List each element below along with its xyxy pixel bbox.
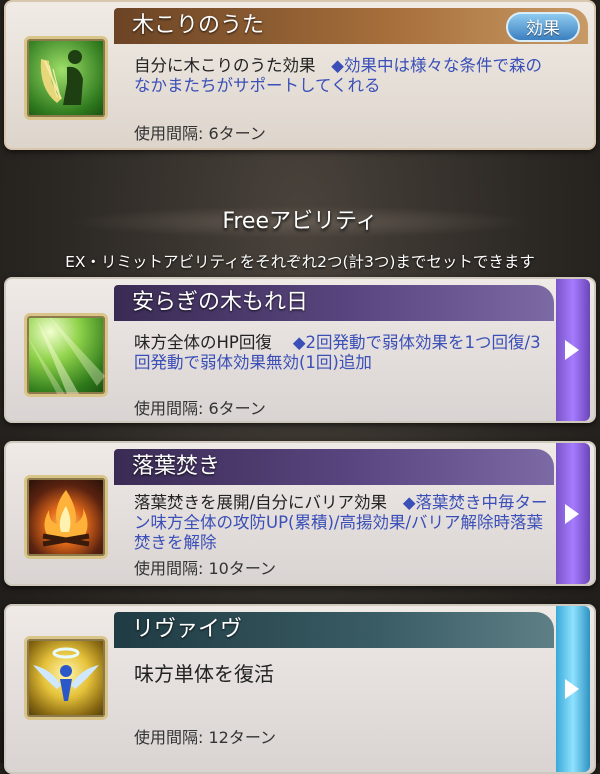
support-ability-description: 自分に木こりのうた効果 ◆効果中は様々な条件で森のなかまたちがサポートしてくれる — [134, 56, 554, 96]
bonfire-icon — [24, 475, 108, 559]
free-ability-section-subtitle: EX・リミットアビリティをそれぞれ2つ(計3つ)までセットできます — [65, 253, 535, 271]
free-ability-section-title: Freeアビリティ — [222, 209, 378, 234]
effect-button[interactable]: 効果 — [506, 12, 580, 42]
sunbeam-forest-icon — [27, 316, 105, 394]
ability-detail-arrow[interactable] — [556, 443, 590, 584]
ability-description: 味方全体のHP回復 ◆2回発動で弱体効果を1つ回復/3回発動で弱体効果無効(1回… — [134, 333, 554, 373]
harp-player-icon — [24, 36, 108, 120]
chevron-right-icon — [565, 340, 579, 360]
ability-title: 落葉焚き — [114, 449, 554, 485]
support-desc-plain: 自分に木こりのうた効果 — [134, 56, 316, 75]
ability-card[interactable]: 安らぎの木もれ日 味方全体のHP回復 ◆2回発動で弱体効果を1つ回復/3回発動で… — [4, 277, 596, 423]
ability-desc-plain: 味方単体を復活 — [134, 662, 274, 686]
ability-card[interactable]: リヴァイヴ 味方単体を復活 使用間隔: 12ターン — [4, 604, 596, 774]
bonfire-icon — [42, 490, 90, 547]
support-ability-card[interactable]: 木こりのうた 効果 自分に木こりのうた効果 ◆効果中は様々な条件で森のなかまたち… — [4, 0, 596, 150]
sunbeam-forest-icon — [24, 313, 108, 397]
chevron-right-icon — [565, 503, 579, 524]
ability-interval: 使用間隔: 12ターン — [134, 728, 277, 747]
ability-detail-arrow[interactable] — [556, 606, 590, 772]
ability-card[interactable]: 落葉焚き 落葉焚きを展開/自分にバリア効果 ◆落葉焚き中毎ターン味方全体の攻防U… — [4, 441, 596, 586]
ability-title: 安らぎの木もれ日 — [114, 285, 554, 321]
ability-interval: 使用間隔: 6ターン — [134, 399, 266, 418]
ability-detail-arrow[interactable] — [556, 279, 590, 421]
ability-interval: 使用間隔: 10ターン — [134, 559, 277, 578]
ability-desc-plain: 落葉焚きを展開/自分にバリア効果 — [134, 493, 388, 512]
ability-title: リヴァイヴ — [114, 612, 554, 648]
ability-desc-plain: 味方全体のHP回復 — [134, 333, 272, 352]
revive-halo-icon — [33, 647, 99, 701]
ability-description: 落葉焚きを展開/自分にバリア効果 ◆落葉焚き中毎ターン味方全体の攻防UP(累積)… — [134, 493, 554, 553]
support-interval: 使用間隔: 6ターン — [134, 124, 266, 143]
chevron-right-icon — [565, 679, 579, 699]
revive-halo-icon — [24, 636, 108, 720]
harp-player-icon — [40, 50, 83, 105]
ability-description: 味方単体を復活 — [134, 664, 554, 684]
